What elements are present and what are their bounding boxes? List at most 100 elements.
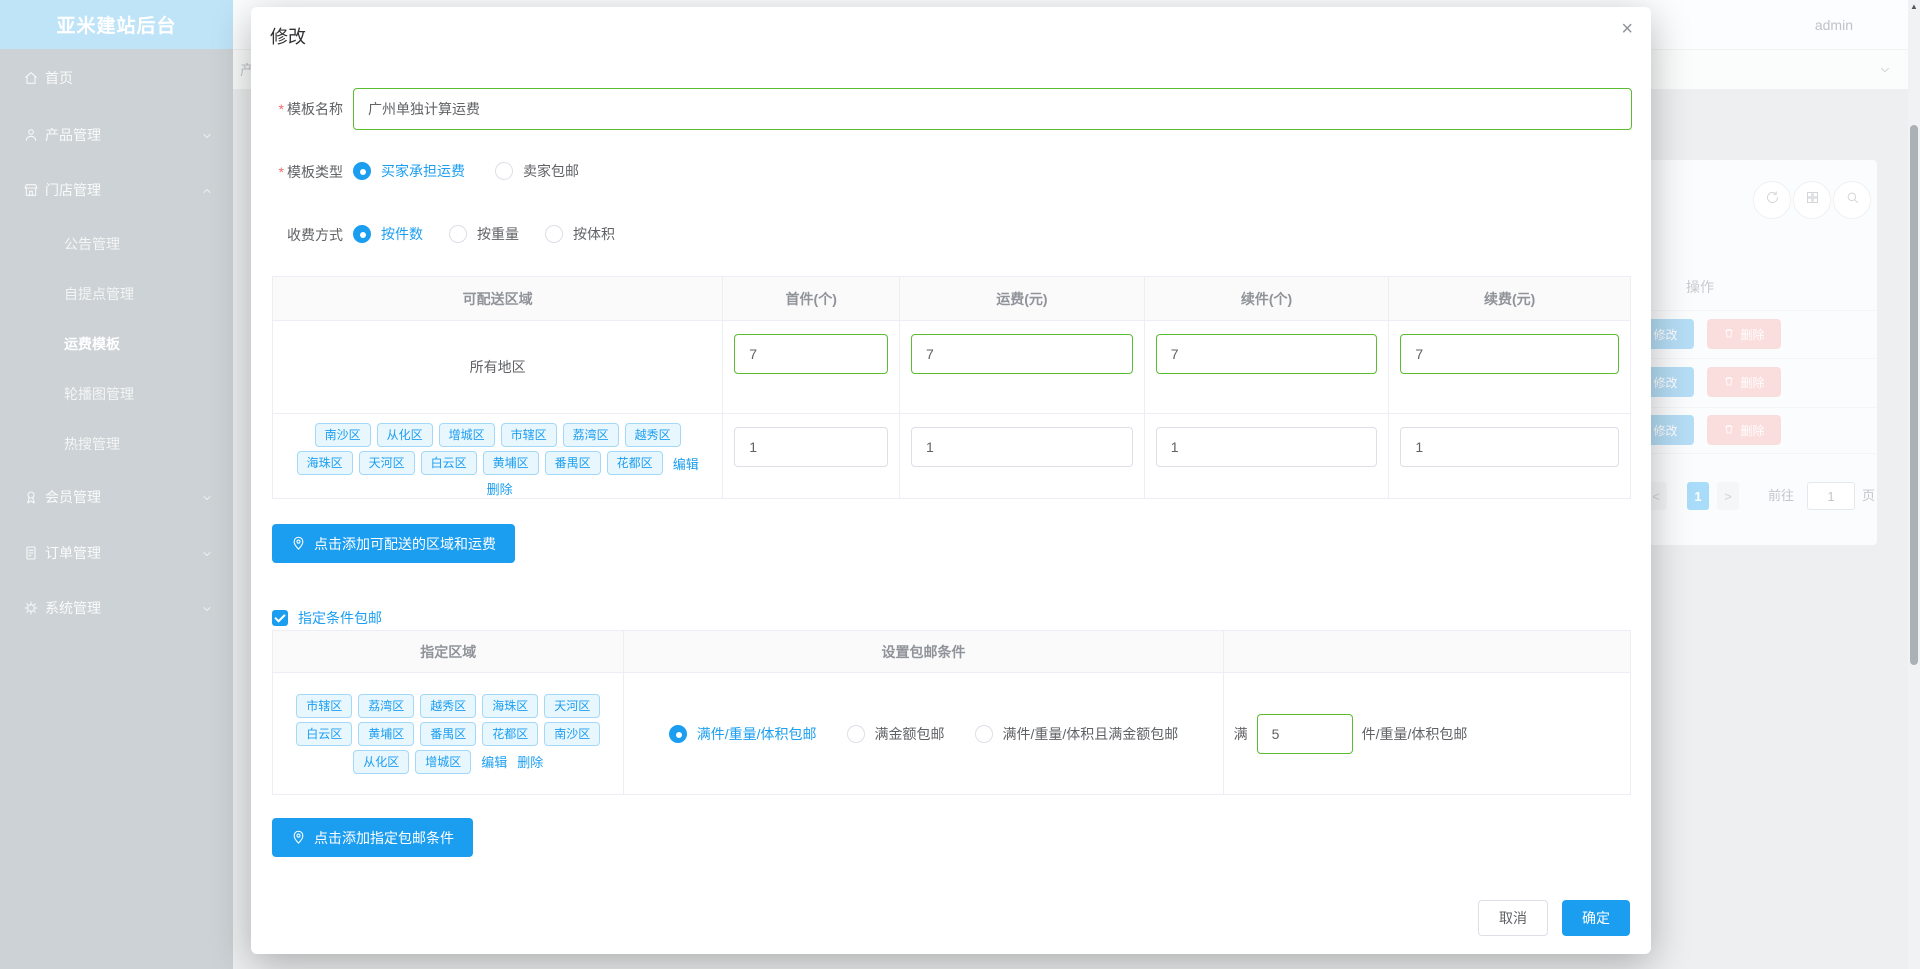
sidebar-item-hot-search[interactable]: 热搜管理 bbox=[0, 426, 233, 462]
delete-areas-link[interactable]: 删除 bbox=[487, 479, 513, 498]
page-unit-label: 页 bbox=[1862, 488, 1876, 503]
scroll-up-icon[interactable]: ▲ bbox=[1908, 2, 1920, 11]
ops-column-header: 操作 bbox=[1686, 279, 1714, 295]
threshold-prefix: 满 bbox=[1233, 725, 1248, 742]
next-fee-input[interactable] bbox=[1400, 334, 1620, 374]
delete-row-button[interactable]: 删除 bbox=[1707, 319, 1781, 349]
search-button[interactable] bbox=[1833, 181, 1871, 219]
next-page-button[interactable]: > bbox=[1717, 482, 1739, 510]
grid-view-button[interactable] bbox=[1793, 181, 1831, 219]
district-tag[interactable]: 番禺区 bbox=[544, 451, 601, 475]
screen: 亚米建站后台 首页 产品管理 门店管理 公告管理 自提点管理 运费模板 轮播图管… bbox=[0, 0, 1920, 969]
sidebar-item-label: 会员管理 bbox=[45, 489, 101, 505]
radio-label: 按重量 bbox=[477, 226, 519, 242]
edit-areas-link[interactable]: 编辑 bbox=[673, 454, 699, 473]
district-tag[interactable]: 南沙区 bbox=[544, 721, 601, 746]
radio-icon bbox=[668, 724, 687, 743]
col-header-empty bbox=[1223, 631, 1630, 673]
collapse-chevron-icon[interactable] bbox=[1878, 63, 1892, 77]
district-tag[interactable]: 花都区 bbox=[482, 721, 539, 746]
delete-row-button[interactable]: 删除 bbox=[1707, 415, 1781, 445]
required-asterisk: * bbox=[278, 101, 284, 117]
radio-by-piece[interactable]: 按件数 bbox=[353, 224, 423, 244]
button-label: 点击添加指定包邮条件 bbox=[314, 829, 454, 846]
radio-full-piece-free[interactable]: 满件/重量/体积包邮 bbox=[668, 724, 817, 744]
district-tag[interactable]: 从化区 bbox=[376, 423, 433, 447]
sidebar-item-shipping-templates[interactable]: 运费模板 bbox=[0, 326, 233, 362]
delete-areas-link[interactable]: 删除 bbox=[517, 752, 543, 771]
page-1-button[interactable]: 1 bbox=[1687, 482, 1709, 510]
district-tag[interactable]: 番禺区 bbox=[420, 721, 477, 746]
radio-full-amount-free[interactable]: 满金额包邮 bbox=[846, 724, 945, 744]
add-condition-button[interactable]: 点击添加指定包邮条件 bbox=[272, 818, 473, 857]
district-tag[interactable]: 荔湾区 bbox=[562, 423, 619, 447]
user-menu[interactable]: admin bbox=[1815, 0, 1853, 50]
first-count-input[interactable] bbox=[734, 334, 889, 374]
next-count-input[interactable] bbox=[1155, 427, 1378, 467]
radio-buyer-pays[interactable]: 买家承担运费 bbox=[353, 161, 465, 181]
delete-label: 删除 bbox=[1740, 327, 1765, 342]
next-fee-input[interactable] bbox=[1400, 427, 1620, 467]
district-tag[interactable]: 从化区 bbox=[353, 749, 410, 774]
checkbox-label: 指定条件包邮 bbox=[298, 610, 382, 626]
sidebar-item-home[interactable]: 首页 bbox=[0, 60, 233, 96]
grid-icon bbox=[1805, 190, 1820, 210]
scrollbar-thumb[interactable] bbox=[1910, 125, 1918, 665]
col-header-next-fee: 续费(元) bbox=[1389, 277, 1630, 321]
next-count-input[interactable] bbox=[1155, 334, 1378, 374]
district-tag[interactable]: 黄埔区 bbox=[482, 451, 539, 475]
district-tag[interactable]: 增城区 bbox=[415, 749, 472, 774]
district-tag[interactable]: 天河区 bbox=[358, 451, 415, 475]
district-tag[interactable]: 越秀区 bbox=[420, 693, 477, 718]
threshold-input[interactable] bbox=[1256, 713, 1353, 754]
district-tag[interactable]: 海珠区 bbox=[482, 693, 539, 718]
delete-row-button[interactable]: 删除 bbox=[1707, 367, 1781, 397]
radio-icon bbox=[846, 724, 865, 743]
sidebar-item-system[interactable]: 系统管理 bbox=[0, 590, 233, 626]
add-area-button[interactable]: 点击添加可配送的区域和运费 bbox=[272, 524, 515, 563]
district-tag[interactable]: 市辖区 bbox=[296, 693, 353, 718]
refresh-button[interactable] bbox=[1753, 181, 1791, 219]
first-count-input[interactable] bbox=[734, 427, 889, 467]
district-tag[interactable]: 花都区 bbox=[606, 451, 663, 475]
radio-by-volume[interactable]: 按体积 bbox=[545, 224, 615, 244]
district-tag[interactable]: 白云区 bbox=[296, 721, 353, 746]
col-header-specified-area: 指定区域 bbox=[273, 631, 625, 673]
table-row-all-regions: 所有地区 bbox=[273, 321, 1631, 414]
cancel-button[interactable]: 取消 bbox=[1478, 900, 1548, 936]
radio-icon bbox=[449, 225, 467, 243]
district-tag[interactable]: 白云区 bbox=[420, 451, 477, 475]
sidebar-item-orders[interactable]: 订单管理 bbox=[0, 535, 233, 571]
district-tag[interactable]: 增城区 bbox=[438, 423, 495, 447]
col-header-next-count: 续件(个) bbox=[1144, 277, 1390, 321]
radio-piece-and-amount-free[interactable]: 满件/重量/体积且满金额包邮 bbox=[974, 724, 1178, 744]
sidebar-item-carousel[interactable]: 轮播图管理 bbox=[0, 376, 233, 412]
sidebar-item-stores[interactable]: 门店管理 bbox=[0, 172, 233, 208]
sidebar-item-pickup-points[interactable]: 自提点管理 bbox=[0, 276, 233, 312]
chevron-down-icon bbox=[201, 129, 213, 141]
template-name-input[interactable] bbox=[353, 88, 1632, 130]
table-row-districts: 南沙区 从化区 增城区 市辖区 荔湾区 越秀区 海珠区 天河区 白云区 黄埔区 … bbox=[273, 414, 1630, 498]
district-tag[interactable]: 天河区 bbox=[544, 693, 601, 718]
confirm-button[interactable]: 确定 bbox=[1562, 900, 1630, 936]
label-text: 模板名称 bbox=[287, 101, 343, 117]
district-tag[interactable]: 荔湾区 bbox=[358, 693, 415, 718]
conditional-free-checkbox[interactable]: 指定条件包邮 bbox=[272, 608, 382, 628]
close-icon[interactable]: × bbox=[1621, 19, 1633, 39]
scrollbar[interactable]: ▲ bbox=[1908, 0, 1920, 969]
radio-seller-free[interactable]: 卖家包邮 bbox=[495, 161, 579, 181]
edit-areas-link[interactable]: 编辑 bbox=[481, 752, 507, 771]
district-tag[interactable]: 越秀区 bbox=[624, 423, 681, 447]
radio-by-weight[interactable]: 按重量 bbox=[449, 224, 519, 244]
page-jump-input[interactable] bbox=[1807, 482, 1855, 510]
sidebar-item-label: 首页 bbox=[45, 70, 73, 86]
district-tag[interactable]: 海珠区 bbox=[296, 451, 353, 475]
first-fee-input[interactable] bbox=[911, 334, 1133, 374]
sidebar-item-announcements[interactable]: 公告管理 bbox=[0, 226, 233, 262]
district-tag[interactable]: 市辖区 bbox=[500, 423, 557, 447]
sidebar-item-products[interactable]: 产品管理 bbox=[0, 117, 233, 153]
district-tag[interactable]: 黄埔区 bbox=[358, 721, 415, 746]
first-fee-input[interactable] bbox=[911, 427, 1133, 467]
district-tag[interactable]: 南沙区 bbox=[314, 423, 371, 447]
sidebar-item-members[interactable]: 会员管理 bbox=[0, 479, 233, 515]
